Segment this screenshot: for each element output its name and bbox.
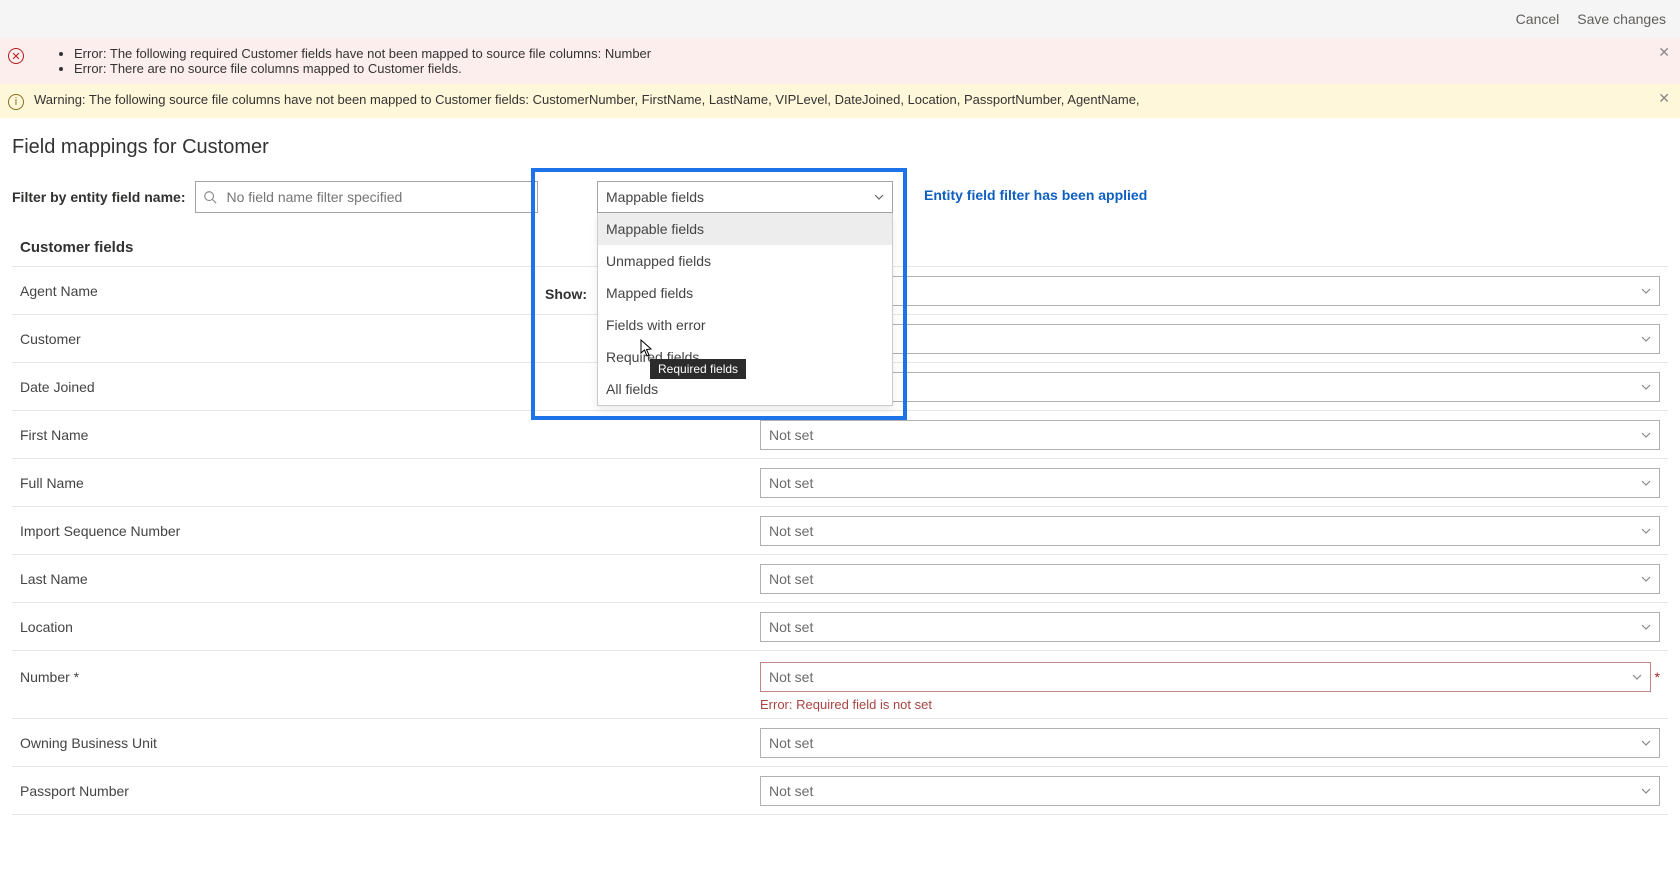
error-line-2: Error: There are no source file columns …	[74, 61, 651, 76]
option-mapped-fields[interactable]: Mapped fields	[598, 277, 892, 309]
filter-label: Filter by entity field name:	[12, 189, 185, 205]
select-first-name[interactable]: Not set	[760, 420, 1660, 450]
tooltip-required-fields: Required fields	[650, 359, 746, 379]
select-full-name[interactable]: Not set	[760, 468, 1660, 498]
chevron-down-icon	[1641, 622, 1651, 632]
chevron-down-icon	[1641, 334, 1651, 344]
cancel-button[interactable]: Cancel	[1516, 11, 1560, 27]
chevron-down-icon	[1641, 526, 1651, 536]
value-not-set: Not set	[769, 619, 813, 635]
option-mappable-fields[interactable]: Mappable fields	[598, 213, 892, 245]
error-icon: ✕	[8, 48, 24, 64]
error-line-1: Error: The following required Customer f…	[74, 46, 651, 61]
select-number[interactable]: Not set	[760, 662, 1651, 692]
chevron-down-icon	[1641, 286, 1651, 296]
value-not-set: Not set	[769, 475, 813, 491]
page-title: Field mappings for Customer	[12, 136, 1668, 159]
value-not-set: Not set	[769, 783, 813, 799]
search-icon	[203, 190, 217, 204]
top-action-bar: Cancel Save changes	[0, 0, 1680, 38]
filter-search-box	[195, 181, 538, 213]
value-not-set: Not set	[769, 669, 813, 685]
row-full-name: Full Name Not set	[12, 459, 1668, 507]
chevron-down-icon	[1641, 738, 1651, 748]
show-filter-highlight: Show: Mappable fields Mappable fields Un…	[531, 168, 907, 420]
filter-applied-notice: Entity field filter has been applied	[924, 187, 1147, 203]
chevron-down-icon	[1641, 382, 1651, 392]
value-not-set: Not set	[769, 735, 813, 751]
label-first-name: First Name	[20, 427, 760, 443]
label-passport-number: Passport Number	[20, 783, 760, 799]
show-dropdown-selected: Mappable fields	[606, 189, 704, 205]
select-owning-business-unit[interactable]: Not set	[760, 728, 1660, 758]
error-banner: ✕ Error: The following required Customer…	[0, 38, 1680, 84]
show-dropdown: Mappable fields Mappable fields Unmapped…	[597, 181, 893, 406]
chevron-down-icon	[1641, 786, 1651, 796]
option-required-fields[interactable]: Required fields Required fields	[598, 341, 892, 373]
chevron-down-icon	[1632, 672, 1642, 682]
show-dropdown-control[interactable]: Mappable fields	[597, 181, 893, 213]
value-not-set: Not set	[769, 523, 813, 539]
show-dropdown-list: Mappable fields Unmapped fields Mapped f…	[597, 213, 893, 406]
label-number: Number *	[20, 669, 760, 685]
close-error-icon[interactable]: ✕	[1658, 44, 1670, 61]
value-not-set: Not set	[769, 427, 813, 443]
chevron-down-icon	[874, 192, 884, 202]
option-fields-with-error[interactable]: Fields with error	[598, 309, 892, 341]
number-error-text: Error: Required field is not set	[760, 697, 1668, 712]
label-owning-business-unit: Owning Business Unit	[20, 735, 760, 751]
warning-text: Warning: The following source file colum…	[34, 92, 1140, 107]
select-last-name[interactable]: Not set	[760, 564, 1660, 594]
select-passport-number[interactable]: Not set	[760, 776, 1660, 806]
row-passport-number: Passport Number Not set	[12, 767, 1668, 815]
filter-row: Filter by entity field name: Show: Mappa…	[12, 181, 1668, 213]
value-not-set: Not set	[769, 571, 813, 587]
close-warning-icon[interactable]: ✕	[1658, 90, 1670, 107]
label-import-sequence-number: Import Sequence Number	[20, 523, 760, 539]
label-full-name: Full Name	[20, 475, 760, 491]
option-unmapped-fields[interactable]: Unmapped fields	[598, 245, 892, 277]
save-changes-button[interactable]: Save changes	[1577, 11, 1666, 27]
chevron-down-icon	[1641, 430, 1651, 440]
row-import-sequence-number: Import Sequence Number Not set	[12, 507, 1668, 555]
select-location[interactable]: Not set	[760, 612, 1660, 642]
filter-input[interactable]	[195, 181, 538, 213]
select-import-sequence-number[interactable]: Not set	[760, 516, 1660, 546]
row-location: Location Not set	[12, 603, 1668, 651]
row-last-name: Last Name Not set	[12, 555, 1668, 603]
warning-banner: i Warning: The following source file col…	[0, 84, 1680, 118]
info-icon: i	[8, 94, 24, 110]
show-label: Show:	[545, 286, 587, 302]
chevron-down-icon	[1641, 574, 1651, 584]
required-asterisk: *	[1655, 669, 1660, 685]
label-last-name: Last Name	[20, 571, 760, 587]
row-owning-business-unit: Owning Business Unit Not set	[12, 719, 1668, 767]
row-number: Number * Not set *	[12, 651, 1668, 699]
chevron-down-icon	[1641, 478, 1651, 488]
row-number-wrap: Number * Not set * Error: Required field…	[12, 651, 1668, 719]
label-location: Location	[20, 619, 760, 635]
